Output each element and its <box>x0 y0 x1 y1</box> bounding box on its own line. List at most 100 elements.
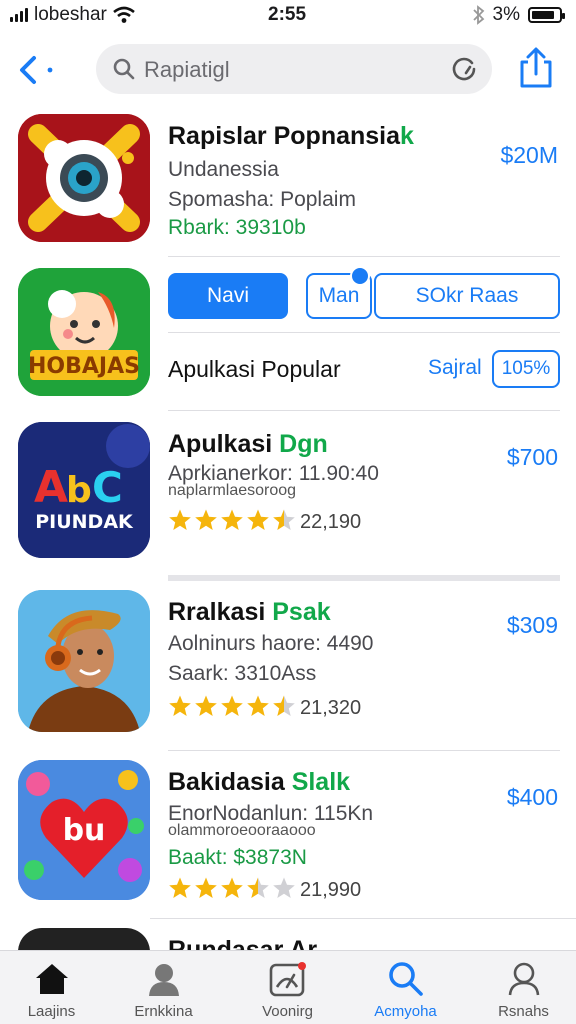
star-icon <box>247 509 269 530</box>
divider <box>168 256 560 257</box>
app-row[interactable]: Rundasar Ar <box>0 926 576 950</box>
status-left: lobeshar <box>10 4 135 26</box>
tab-label: Ernkkina <box>134 1003 193 1020</box>
star-icon <box>273 877 295 898</box>
tab-profile[interactable]: Rsnahs <box>466 959 576 1020</box>
search-input[interactable]: Rapiatigl <box>144 57 230 83</box>
app-icon[interactable] <box>18 928 150 950</box>
app-rank: Baakt: $3873N <box>168 846 307 869</box>
share-icon[interactable] <box>518 46 554 90</box>
star-rating <box>168 876 296 900</box>
price-button[interactable]: $700 <box>507 444 558 471</box>
man-button[interactable]: Man <box>306 266 372 319</box>
tab-search[interactable]: Acmyoha <box>348 959 463 1020</box>
category-row: HOBAJAS Navi Man SOkr Raas Apulkasi Popu… <box>0 262 576 404</box>
person-headphones-icon <box>18 590 150 732</box>
star-rating <box>168 694 296 718</box>
price-button[interactable]: $309 <box>507 612 558 639</box>
app-row[interactable]: bu Bakidasia Slalk EnorNodanlun: 115Kn o… <box>0 758 576 902</box>
rating-count: 22,190 <box>300 511 362 533</box>
app-icon[interactable] <box>18 590 150 732</box>
mascot-icon: HOBAJAS <box>18 268 150 396</box>
app-icon[interactable]: bu <box>18 760 150 900</box>
battery-icon <box>528 7 565 23</box>
tab-gauge[interactable]: Voonirg <box>230 959 345 1020</box>
divider <box>168 750 560 751</box>
tab-label: Acmyoha <box>374 1003 437 1020</box>
star-icon <box>195 695 217 716</box>
navi-button[interactable]: Navi <box>168 273 288 319</box>
clock: 2:55 <box>268 4 307 25</box>
app-title: Bakidasia Slalk <box>168 768 351 796</box>
app-row[interactable]: Rapislar Popnansiak Undanessia Spomasha:… <box>0 112 576 246</box>
star-icon <box>221 877 243 898</box>
star-icon <box>169 695 191 716</box>
tab-person[interactable]: Ernkkina <box>106 959 221 1020</box>
svg-text:PIUNDAK: PIUNDAK <box>35 511 134 533</box>
man-button-label: Man <box>318 284 360 307</box>
app-row[interactable]: Rralkasi Psak Aolninurs haore: 4490 Saar… <box>0 588 576 734</box>
search-icon <box>388 962 423 996</box>
section-separator <box>168 575 560 581</box>
bluetooth-icon <box>472 5 484 25</box>
heart-bubble-icon: bu <box>18 760 150 900</box>
top-nav: Rapiatigl <box>0 40 576 98</box>
app-developer: Saark: 3310Ass <box>168 662 317 685</box>
tab-label: Voonirg <box>262 1003 313 1020</box>
sokr-raas-button[interactable]: SOkr Raas <box>374 273 560 319</box>
divider <box>150 918 576 919</box>
app-developer: Spomasha: Poplaim <box>168 188 356 211</box>
price-button[interactable]: $400 <box>507 784 558 811</box>
star-rating <box>168 508 296 532</box>
camera-lens-icon <box>18 114 150 242</box>
star-icon <box>221 695 243 716</box>
star-icon <box>247 695 269 716</box>
app-title: Rapislar Popnansiak <box>168 122 414 150</box>
search-bar[interactable]: Rapiatigl <box>96 44 492 94</box>
app-icon[interactable]: HOBAJAS <box>18 268 150 396</box>
star-icon <box>169 877 191 898</box>
percent-badge[interactable]: 105% <box>492 350 560 388</box>
divider <box>168 332 560 333</box>
star-icon <box>169 509 191 530</box>
wifi-icon <box>113 6 135 23</box>
section-title: Apulkasi Popular <box>168 356 341 382</box>
star-icon <box>247 877 269 898</box>
refresh-icon[interactable] <box>450 55 478 83</box>
app-row[interactable]: A b C PIUNDAK Apulkasi Dgn Aprkianerkor:… <box>0 420 576 560</box>
star-icon <box>195 877 217 898</box>
notification-badge <box>350 266 370 286</box>
app-icon[interactable]: A b C PIUNDAK <box>18 422 150 558</box>
tab-label: Rsnahs <box>498 1003 549 1020</box>
star-icon <box>273 509 295 530</box>
battery-percent: 3% <box>492 4 520 25</box>
app-title: Rralkasi Psak <box>168 598 331 626</box>
tab-bar: Laajins Ernkkina Voonirg Acmyoha Rsnahs <box>0 950 576 1024</box>
svg-text:A: A <box>34 462 68 513</box>
app-subtitle: Aolninurs haore: 4490 <box>168 632 374 655</box>
app-title: Apulkasi Dgn <box>168 430 328 458</box>
signal-icon <box>10 8 28 22</box>
price-button[interactable]: $20M <box>500 142 558 169</box>
person-icon <box>148 964 179 996</box>
status-right: 3% <box>472 4 565 26</box>
abc-logo-icon: A b C PIUNDAK <box>18 422 150 558</box>
back-button[interactable] <box>14 50 62 90</box>
app-icon[interactable] <box>18 114 150 242</box>
search-icon <box>113 58 135 80</box>
app-title: Rundasar Ar <box>168 936 318 950</box>
divider <box>168 410 560 411</box>
tab-home[interactable]: Laajins <box>0 959 109 1020</box>
star-icon <box>221 509 243 530</box>
status-bar: lobeshar 2:55 3% <box>0 0 576 32</box>
see-all-link[interactable]: Sajral <box>428 356 482 380</box>
svg-text:HOBAJAS: HOBAJAS <box>28 354 140 379</box>
rating-count: 21,990 <box>300 879 362 901</box>
tab-label: Laajins <box>27 1003 76 1020</box>
chevron-left-icon <box>20 56 53 84</box>
svg-text:bu: bu <box>63 813 106 848</box>
app-subtitle: Undanessia <box>168 158 279 181</box>
star-icon <box>273 695 295 716</box>
rating-count: 21,320 <box>300 697 362 719</box>
app-developer: olammoroeooraaooo <box>168 822 316 839</box>
